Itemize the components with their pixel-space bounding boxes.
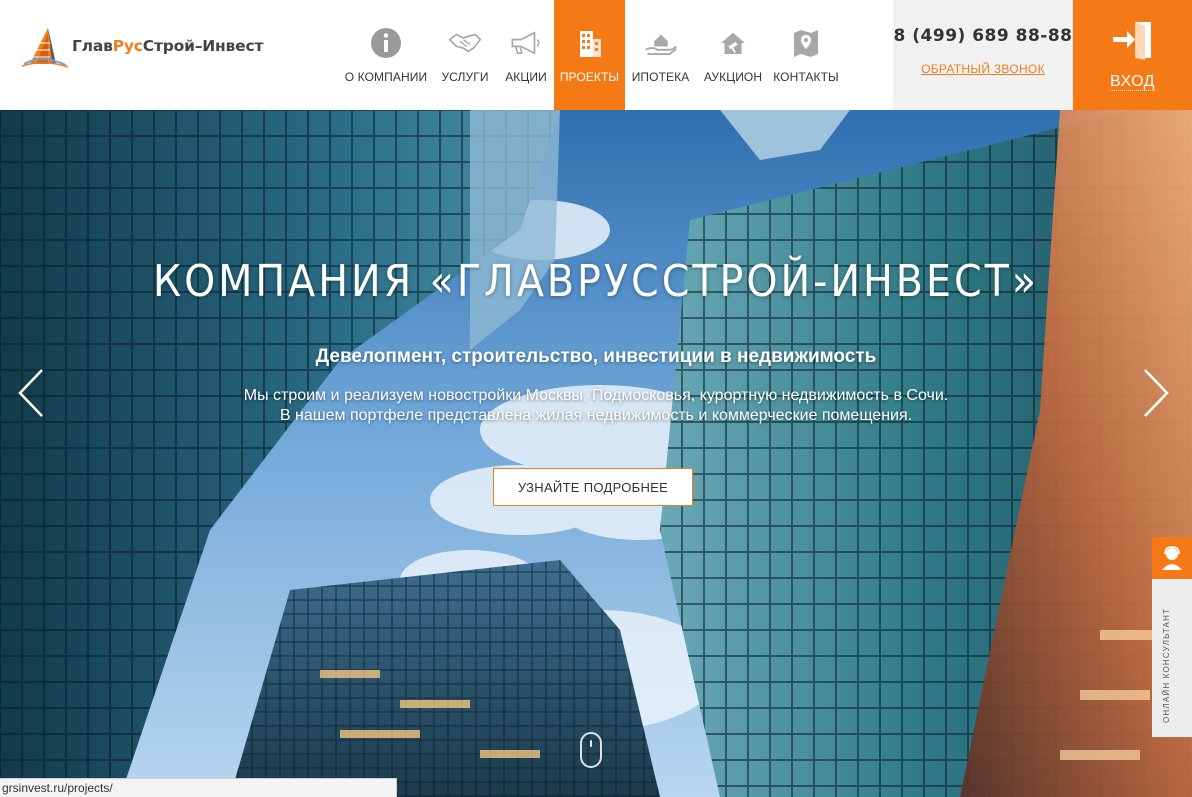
megaphone-icon xyxy=(511,31,540,55)
building-icon xyxy=(579,31,601,57)
nav-label: Ипотека xyxy=(631,70,690,84)
nav-label: Контакты xyxy=(773,70,839,84)
nav-item-mortgage[interactable]: Ипотека xyxy=(625,0,696,110)
nav-label: Проекты xyxy=(559,70,620,84)
chevron-right-icon[interactable] xyxy=(1141,368,1171,418)
phone-number[interactable]: 8 (499) 689 88-88 xyxy=(893,26,1073,46)
nav-item-contacts[interactable]: Контакты xyxy=(770,0,842,110)
nav-label: О компании xyxy=(344,70,428,84)
nav-item-projects[interactable]: Проекты xyxy=(554,0,625,110)
chevron-left-icon[interactable] xyxy=(16,368,46,418)
login-label: Вход xyxy=(1109,73,1156,91)
hero-title: Компания «ГлавРусСтрой-Инвест» xyxy=(152,256,1040,307)
nav-label: Акции xyxy=(505,70,547,84)
hero-description-line: В нашем портфеле представлена жилая недв… xyxy=(279,407,913,424)
learn-more-button[interactable]: Узнайте подробнее xyxy=(493,468,693,506)
consultant-icon-box xyxy=(1152,537,1192,579)
online-consultant-tab[interactable]: Онлайн консультант xyxy=(1152,537,1192,737)
consultant-label: Онлайн консультант xyxy=(1162,607,1171,723)
callback-link[interactable]: Обратный звонок xyxy=(921,62,1045,76)
house-hand-icon xyxy=(644,34,677,55)
hero-description: Мы строим и реализуем новостройки Москвы… xyxy=(0,386,1192,426)
login-door-icon xyxy=(1112,22,1151,60)
scroll-down-icon[interactable] xyxy=(580,732,602,768)
building-logo-icon xyxy=(22,28,68,68)
nav-label: Услуги xyxy=(441,70,489,84)
hero-slider: Компания «ГлавРусСтрой-Инвест» Девелопме… xyxy=(0,110,1192,797)
site-header: ГлавРусСтрой–Инвест О компании Услуги Ак… xyxy=(0,0,1192,110)
nav-item-about[interactable]: О компании xyxy=(340,0,432,110)
logo-wordmark: ГлавРусСтрой–Инвест xyxy=(72,37,264,55)
nav-item-auction[interactable]: Аукцион xyxy=(696,0,770,110)
status-bar-url: grsinvest.ru/projects/ xyxy=(0,778,397,797)
contact-box: 8 (499) 689 88-88 Обратный звонок xyxy=(893,0,1073,110)
house-gavel-icon xyxy=(721,32,745,55)
nav-item-promotions[interactable]: Акции xyxy=(498,0,554,110)
hero-background-image xyxy=(0,110,1192,797)
consultant-icon xyxy=(1162,546,1182,570)
hero-subtitle: Девелопмент, строительство, инвестиции в… xyxy=(315,346,877,367)
hero-description-line: Мы строим и реализуем новостройки Москвы… xyxy=(243,387,949,404)
nav-label: Аукцион xyxy=(703,70,763,84)
handshake-icon xyxy=(448,33,482,53)
main-nav: О компании Услуги Акции Проекты Ипотека … xyxy=(340,0,842,110)
site-logo[interactable]: ГлавРусСтрой–Инвест xyxy=(22,24,272,68)
nav-item-services[interactable]: Услуги xyxy=(432,0,498,110)
info-icon xyxy=(371,28,401,58)
login-button[interactable]: Вход xyxy=(1073,0,1192,110)
map-pin-icon xyxy=(794,30,818,57)
